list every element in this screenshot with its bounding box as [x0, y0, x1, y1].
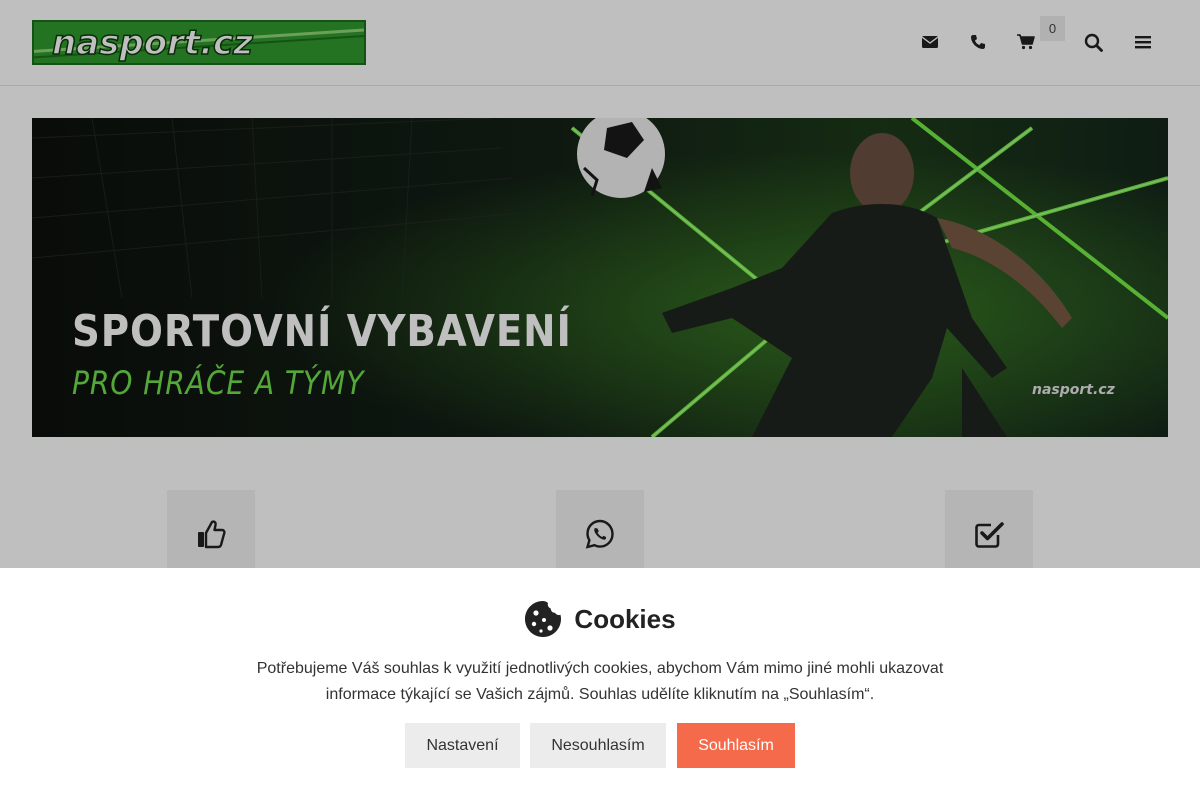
modal-backdrop[interactable] — [0, 0, 1200, 568]
cookie-reject-button[interactable]: Nesouhlasím — [530, 723, 666, 768]
cookie-icon — [525, 601, 562, 637]
cookie-description: Potřebujeme Váš souhlas k využití jednot… — [256, 660, 944, 703]
cookie-title: Cookies — [574, 603, 676, 634]
cookie-settings-button[interactable]: Nastavení — [405, 723, 520, 768]
cookie-header: Cookies — [0, 600, 1200, 638]
cookie-accept-button[interactable]: Souhlasím — [677, 723, 795, 768]
cookie-consent-panel: Cookies Potřebujeme Váš souhlas k využit… — [0, 568, 1200, 800]
